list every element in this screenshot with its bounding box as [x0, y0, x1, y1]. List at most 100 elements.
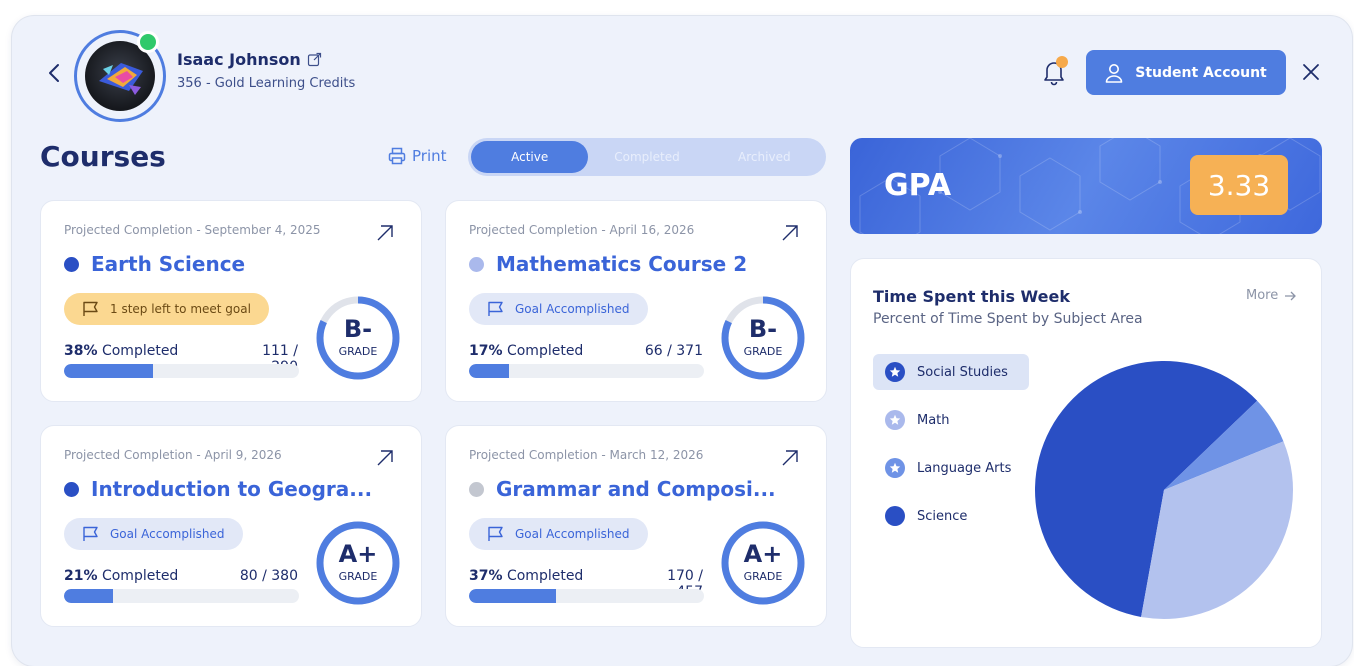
gpa-banner: GPA 3.33: [850, 138, 1322, 234]
grade-ring: A+ GRADE: [315, 520, 401, 606]
percent-completed: 17% Completed: [469, 343, 583, 359]
grade-label: GRADE: [338, 345, 378, 358]
arrow-right-icon: [1285, 291, 1297, 300]
flag-icon: [488, 301, 503, 316]
open-course-arrow-icon[interactable]: [375, 448, 395, 468]
tab-active[interactable]: Active: [471, 141, 589, 173]
open-course-arrow-icon[interactable]: [780, 223, 800, 243]
projected-completion: Projected Completion - September 4, 2025: [64, 223, 321, 237]
goal-status-text: Goal Accomplished: [515, 302, 630, 316]
time-spent-card: Time Spent this Week Percent of Time Spe…: [850, 258, 1322, 648]
open-course-arrow-icon[interactable]: [375, 223, 395, 243]
close-icon[interactable]: [1300, 61, 1322, 83]
goal-status-badge: 1 step left to meet goal: [64, 293, 269, 325]
user-name-text: Isaac Johnson: [177, 50, 301, 69]
course-title[interactable]: Introduction to Geogra...: [64, 477, 372, 501]
tab-archived[interactable]: Archived: [706, 141, 823, 173]
course-title[interactable]: Grammar and Composi...: [469, 477, 776, 501]
back-arrow-icon[interactable]: [44, 62, 66, 84]
progress-bar: [64, 589, 299, 603]
course-card-earth-science[interactable]: Projected Completion - September 4, 2025…: [40, 200, 422, 402]
course-card-grammar[interactable]: Projected Completion - March 12, 2026 Gr…: [445, 425, 827, 627]
tab-completed[interactable]: Completed: [588, 141, 705, 173]
more-link[interactable]: More: [1246, 288, 1297, 303]
percent-suffix: Completed: [502, 568, 584, 584]
flag-icon: [83, 526, 98, 541]
gpa-value: 3.33: [1190, 155, 1288, 215]
progress-bar-fill: [64, 364, 154, 378]
grade-ring: B- GRADE: [720, 295, 806, 381]
print-button[interactable]: Print: [388, 147, 447, 165]
percent-value: 17%: [469, 343, 503, 359]
student-account-label: Student Account: [1135, 64, 1267, 81]
projected-completion: Projected Completion - March 12, 2026: [469, 448, 704, 462]
grade-ring: B- GRADE: [315, 295, 401, 381]
progress-bar: [64, 364, 299, 378]
course-color-dot: [64, 256, 79, 272]
percent-suffix: Completed: [97, 568, 179, 584]
time-spent-pie-chart: [1035, 361, 1293, 619]
courses-title: Courses: [40, 140, 166, 173]
app-window: Isaac Johnson 356 - Gold Learning Credit…: [12, 16, 1352, 666]
goal-status-text: Goal Accomplished: [110, 527, 225, 541]
user-icon: [1105, 63, 1123, 83]
flag-icon: [488, 526, 503, 541]
course-color-dot: [469, 481, 484, 497]
progress-bar-fill: [64, 589, 114, 603]
course-color-dot: [64, 481, 79, 497]
legend-label: Science: [917, 508, 968, 524]
legend-label: Language Arts: [917, 460, 1012, 476]
course-title-text: Grammar and Composi...: [496, 477, 776, 501]
grade-letter: B-: [343, 315, 373, 343]
lesson-count: 66 / 371: [644, 343, 703, 359]
grade-letter: A+: [338, 540, 378, 568]
percent-value: 37%: [469, 568, 503, 584]
notification-badge: [1056, 56, 1068, 68]
course-status-tabs: Active Completed Archived: [468, 138, 826, 176]
goal-status-text: 1 step left to meet goal: [110, 302, 251, 316]
course-card-geography[interactable]: Projected Completion - April 9, 2026 Int…: [40, 425, 422, 627]
percent-completed: 21% Completed: [64, 568, 178, 584]
grade-letter: A+: [743, 540, 783, 568]
legend-item-science[interactable]: Science: [873, 498, 1029, 534]
grade-label: GRADE: [743, 570, 783, 583]
course-title[interactable]: Mathematics Course 2: [469, 252, 747, 276]
flag-icon: [83, 301, 98, 316]
legend-item-social-studies[interactable]: Social Studies: [873, 354, 1029, 390]
percent-suffix: Completed: [502, 343, 584, 359]
progress-bar-fill: [469, 589, 556, 603]
course-title-text: Earth Science: [91, 252, 246, 276]
circle-icon: [885, 506, 905, 526]
projected-completion: Projected Completion - April 9, 2026: [64, 448, 282, 462]
avatar[interactable]: [74, 30, 166, 122]
legend-label: Math: [917, 412, 950, 428]
grade-ring: A+ GRADE: [720, 520, 806, 606]
star-icon: [885, 362, 905, 382]
printer-icon: [388, 147, 406, 165]
percent-completed: 37% Completed: [469, 568, 583, 584]
goal-status-badge: Goal Accomplished: [64, 518, 243, 550]
course-color-dot: [469, 256, 484, 272]
legend-item-language-arts[interactable]: Language Arts: [873, 450, 1029, 486]
goal-status-badge: Goal Accomplished: [469, 518, 648, 550]
progress-bar: [469, 589, 704, 603]
legend-item-math[interactable]: Math: [873, 402, 1029, 438]
grade-letter: B-: [748, 315, 778, 343]
percent-completed: 38% Completed: [64, 343, 178, 359]
notification-button[interactable]: [1042, 56, 1068, 86]
external-link-icon[interactable]: [307, 52, 322, 67]
percent-value: 21%: [64, 568, 98, 584]
course-title-text: Introduction to Geogra...: [91, 477, 373, 501]
time-spent-subtitle: Percent of Time Spent by Subject Area: [873, 311, 1143, 327]
legend-label: Social Studies: [917, 364, 1008, 380]
course-title[interactable]: Earth Science: [64, 252, 245, 276]
more-label: More: [1246, 288, 1279, 303]
print-label: Print: [412, 147, 447, 165]
time-spent-title: Time Spent this Week: [873, 287, 1070, 306]
student-account-button[interactable]: Student Account: [1086, 50, 1286, 95]
online-status-dot: [137, 31, 159, 53]
learning-credits: 356 - Gold Learning Credits: [177, 76, 356, 91]
open-course-arrow-icon[interactable]: [780, 448, 800, 468]
course-card-mathematics[interactable]: Projected Completion - April 16, 2026 Ma…: [445, 200, 827, 402]
star-icon: [885, 458, 905, 478]
